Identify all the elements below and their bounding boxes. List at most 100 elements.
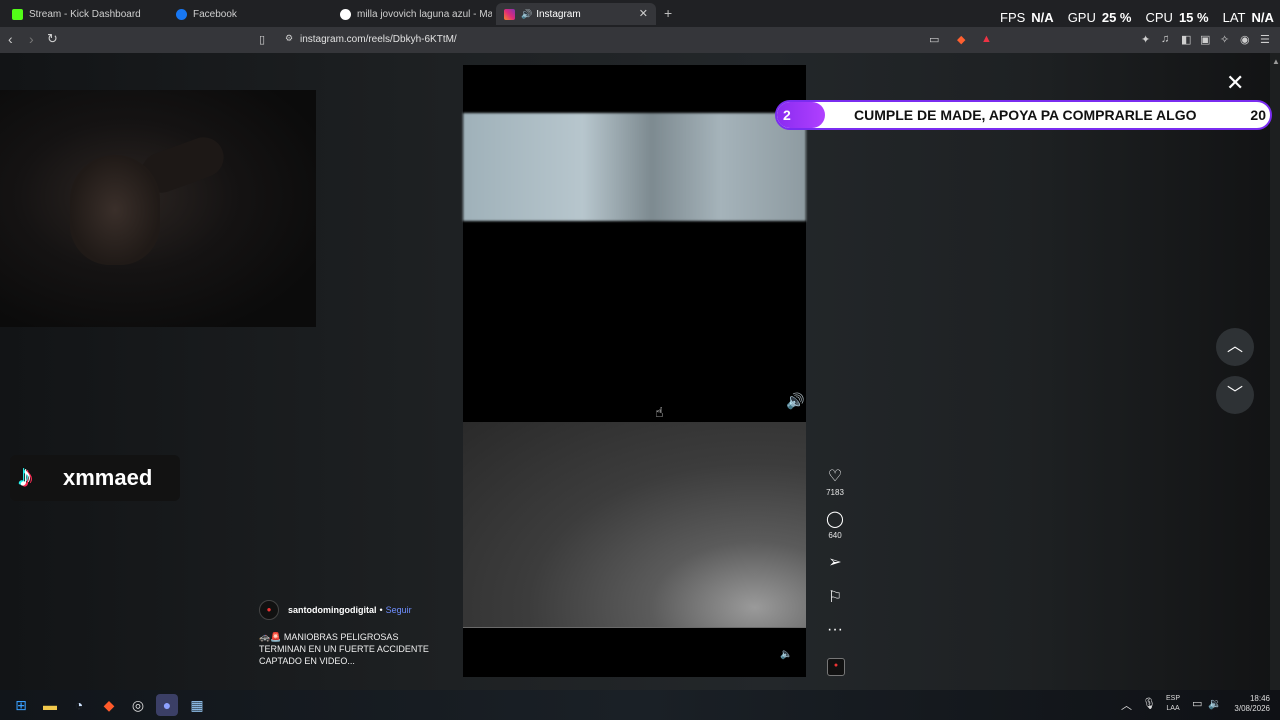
performance-overlay: FPS N/A GPU 25 % CPU 15 % LAT N/A xyxy=(1000,10,1274,25)
clock-time: 18:46 xyxy=(1249,694,1270,703)
instagram-icon xyxy=(504,8,515,20)
comment-count: 640 xyxy=(828,531,842,540)
tab-title: milla jovovich laguna azul - Mask'ara xyxy=(357,8,492,20)
reel-video[interactable]: 🔊 🔈 xyxy=(463,65,806,677)
share-button[interactable]: ➢ xyxy=(820,552,850,572)
calculator-icon[interactable]: ▦ xyxy=(186,694,208,716)
chevron-up-icon: ︿ xyxy=(1226,338,1243,355)
separator-dot: • xyxy=(379,605,383,615)
tab-instagram[interactable]: 🔊 Instagram ✕ xyxy=(496,3,656,25)
like-count: 7183 xyxy=(826,488,844,497)
kick-icon xyxy=(12,8,23,20)
reel-author: ● santodomingodigital • Seguir xyxy=(259,600,412,620)
language-code: ESP xyxy=(1166,695,1181,702)
bookmark-icon[interactable]: ▯ xyxy=(259,33,265,46)
reel-video-top-frame xyxy=(463,113,806,221)
back-arrow-icon[interactable]: ‹ xyxy=(8,31,13,47)
wallet-icon[interactable]: ▣ xyxy=(1200,33,1210,46)
tiktok-handle-overlay: ♪ xmmaed xyxy=(10,455,180,501)
speaker-icon[interactable]: 🔉 xyxy=(1208,697,1222,710)
donation-goal: 20 xyxy=(1250,107,1266,123)
close-reels-icon[interactable]: ✕ xyxy=(1226,70,1244,96)
forward-arrow-icon[interactable]: › xyxy=(29,31,34,47)
browser-toolbar xyxy=(0,27,1280,53)
tab-title: Stream - Kick Dashboard xyxy=(29,8,141,20)
tab-title: Instagram xyxy=(536,8,581,20)
tiktok-icon: ♪ xyxy=(18,460,33,493)
network-icon[interactable]: ▭ xyxy=(1192,697,1202,710)
author-username[interactable]: santodomingodigital xyxy=(288,605,377,615)
donation-goal-banner: 2 CUMPLE DE MADE, APOYA PA COMPRARLE ALG… xyxy=(775,100,1272,130)
site-info-icon[interactable]: ⚙ xyxy=(285,33,293,44)
webcam-overlay xyxy=(0,90,316,327)
reel-caption[interactable]: 🚓🚨 MANIOBRAS PELIGROSAS TERMINAN EN UN F… xyxy=(259,631,429,667)
steam-icon[interactable]: ◔ xyxy=(68,694,90,716)
donation-count-badge: 2 xyxy=(777,102,825,128)
tab-google-search[interactable]: milla jovovich laguna azul - Mask'ara xyxy=(332,3,492,25)
vpn-icon[interactable]: ◉ xyxy=(1240,33,1250,46)
reel-progress-bar[interactable] xyxy=(463,627,806,628)
volume-icon[interactable]: 🔊 xyxy=(786,392,805,410)
cpu-label: CPU xyxy=(1145,10,1173,25)
save-button[interactable]: ⚐ xyxy=(820,587,850,607)
close-tab-icon[interactable]: ✕ xyxy=(639,7,648,20)
leo-ai-icon[interactable]: ✧ xyxy=(1220,33,1229,46)
mute-toggle-icon[interactable]: 🔈 xyxy=(780,649,792,660)
reload-icon[interactable]: ↻ xyxy=(47,31,58,47)
chevron-down-icon: ﹀ xyxy=(1226,386,1243,403)
tab-facebook[interactable]: Facebook xyxy=(168,3,328,25)
menu-icon[interactable]: ☰ xyxy=(1260,33,1270,46)
bookmark-icon: ⚐ xyxy=(827,589,843,606)
follow-button[interactable]: Seguir xyxy=(386,605,412,615)
microphone-icon[interactable]: 🎙 xyxy=(1142,697,1156,710)
hand-cursor-icon: ☝ xyxy=(655,404,664,420)
fps-label: FPS xyxy=(1000,10,1026,25)
like-button[interactable]: ♡ 7183 xyxy=(820,466,850,497)
page-scrollbar[interactable]: ▲ xyxy=(1270,53,1280,690)
brave-rewards-icon[interactable]: ▲ xyxy=(981,33,992,45)
send-icon: ➢ xyxy=(828,554,842,571)
tab-title: Facebook xyxy=(193,8,237,20)
clock-date: 3/08/2026 xyxy=(1234,704,1270,713)
tray-overflow-icon[interactable]: ︿ xyxy=(1121,697,1132,713)
author-avatar[interactable]: ● xyxy=(259,600,279,620)
extensions-icon[interactable]: ✦ xyxy=(1141,33,1150,46)
discord-icon[interactable]: ● xyxy=(156,694,178,716)
system-clock[interactable]: 18:46 3/08/2026 xyxy=(1226,694,1270,714)
reel-video-bottom-frame xyxy=(463,422,806,628)
keyboard-layout: LAA xyxy=(1166,705,1180,712)
sidebar-icon[interactable]: ◧ xyxy=(1181,33,1191,46)
streamer-handle: xmmaed xyxy=(63,465,153,490)
gpu-value: 25 % xyxy=(1101,10,1132,25)
lat-label: LAT xyxy=(1222,10,1246,25)
windows-start-icon[interactable]: ⊞ xyxy=(10,694,32,716)
comment-button[interactable]: ◯ 640 xyxy=(820,509,850,540)
audio-thumbnail[interactable]: ● xyxy=(827,658,845,676)
more-options-button[interactable]: ··· xyxy=(820,621,850,639)
cast-icon[interactable]: ▭ xyxy=(929,33,939,46)
cpu-value: 15 % xyxy=(1178,10,1209,25)
audio-playing-icon[interactable]: 🔊 xyxy=(521,9,532,20)
google-icon xyxy=(340,8,351,20)
heart-icon: ♡ xyxy=(827,468,843,485)
file-explorer-icon[interactable]: ▬ xyxy=(39,694,61,716)
previous-reel-button[interactable]: ︿ xyxy=(1216,328,1254,366)
input-language[interactable]: ESP LAA xyxy=(1166,694,1180,714)
brave-shield-icon[interactable]: ◆ xyxy=(957,33,965,46)
donation-message: CUMPLE DE MADE, APOYA PA COMPRARLE ALGO xyxy=(854,107,1197,123)
new-tab-button[interactable]: + xyxy=(664,5,672,21)
scroll-up-arrow-icon: ▲ xyxy=(1272,57,1280,66)
facebook-icon xyxy=(176,8,187,20)
webcam-figure xyxy=(70,155,160,265)
lat-value: N/A xyxy=(1251,10,1274,25)
brave-browser-icon[interactable]: ◆ xyxy=(98,694,120,716)
gpu-label: GPU xyxy=(1067,10,1096,25)
media-controls-icon[interactable]: ♫ xyxy=(1161,33,1169,45)
next-reel-button[interactable]: ﹀ xyxy=(1216,376,1254,414)
more-dots-icon: ··· xyxy=(827,621,843,638)
fps-value: N/A xyxy=(1031,10,1054,25)
address-bar[interactable]: instagram.com/reels/Dbkyh-6KTtM/ xyxy=(300,34,457,45)
obs-icon[interactable]: ◎ xyxy=(127,694,149,716)
comment-icon: ◯ xyxy=(826,511,844,528)
tab-kick-dashboard[interactable]: Stream - Kick Dashboard xyxy=(4,3,164,25)
